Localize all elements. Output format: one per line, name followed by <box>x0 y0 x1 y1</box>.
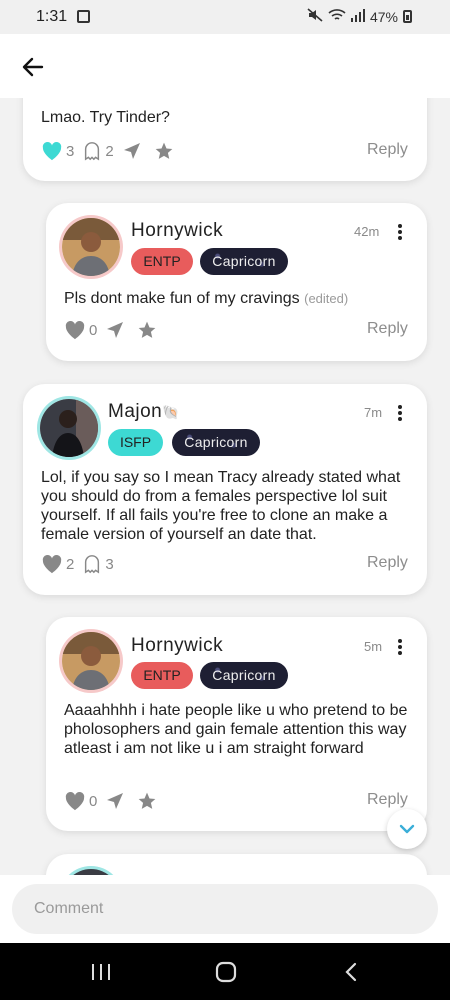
ghost-icon[interactable] <box>82 554 102 574</box>
mbti-badge[interactable]: ENTP <box>131 248 193 275</box>
comment-card: Lmao. Try Tinder? 3 2 Reply <box>23 98 427 181</box>
wifi-icon <box>328 8 346 25</box>
username[interactable]: Hornywick <box>131 635 223 657</box>
mbti-badge[interactable]: ISFP <box>108 429 163 456</box>
shell-emoji: 🐚 <box>162 404 181 420</box>
zodiac-badge[interactable]: Capricorn <box>200 248 288 275</box>
signal-icon <box>350 8 365 25</box>
heart-icon[interactable] <box>64 320 86 340</box>
comment-actions: 2 3 <box>41 554 122 574</box>
comment-input[interactable] <box>12 884 438 934</box>
status-icons: 47% <box>307 8 412 25</box>
comment-time: 5m <box>364 639 383 654</box>
edited-label: (edited) <box>304 291 349 306</box>
chevron-left-icon <box>345 962 357 982</box>
username-text: Majon <box>108 401 163 422</box>
more-options-icon[interactable] <box>398 405 402 421</box>
recent-apps-button[interactable] <box>89 960 113 984</box>
home-icon <box>215 961 237 983</box>
like-count: 2 <box>66 555 75 573</box>
reply-button[interactable]: Reply <box>367 791 408 809</box>
comment-text: Pls dont make fun of my cravings (edited… <box>64 289 414 308</box>
avatar[interactable] <box>40 399 98 457</box>
back-button[interactable] <box>18 52 48 82</box>
comment-text: Aaaahhhh i hate people like u who preten… <box>64 702 408 757</box>
arrow-left-icon <box>22 57 44 77</box>
ghost-count: 3 <box>105 555 114 573</box>
comment-card: Majon🐚 7m ISFP Capricorn Lol, if you say… <box>23 384 427 595</box>
more-options-icon[interactable] <box>398 224 402 240</box>
star-icon[interactable] <box>137 791 157 811</box>
reply-button[interactable]: Reply <box>367 554 408 572</box>
status-time: 1:31 <box>36 8 68 25</box>
mbti-badge[interactable]: ENTP <box>131 662 193 689</box>
share-icon[interactable] <box>105 320 125 340</box>
avatar[interactable] <box>62 218 120 276</box>
share-icon[interactable] <box>122 141 142 161</box>
recent-apps-icon <box>92 964 110 980</box>
zodiac-badge[interactable]: Capricorn <box>200 662 288 689</box>
scroll-down-button[interactable] <box>387 809 427 849</box>
comment-bar <box>0 875 450 943</box>
reply-button[interactable]: Reply <box>367 320 408 338</box>
more-options-icon[interactable] <box>398 639 402 655</box>
comment-text: Lol, if you say so I mean Tracy already … <box>41 469 401 543</box>
username[interactable]: Majon🐚 <box>108 401 180 423</box>
heart-icon[interactable] <box>41 554 63 574</box>
mute-icon <box>307 8 323 25</box>
share-icon[interactable] <box>105 791 125 811</box>
avatar[interactable] <box>62 632 120 690</box>
reply-button[interactable]: Reply <box>367 141 408 159</box>
battery-percent: 47% <box>369 8 398 25</box>
zodiac-badge[interactable]: Capricorn <box>172 429 260 456</box>
comment-text-content: Pls dont make fun of my cravings <box>64 290 300 307</box>
like-count: 3 <box>66 142 75 160</box>
comment-card: Hornywick 5m ENTP Capricorn Aaaahhhh i h… <box>46 617 427 831</box>
comment-card <box>46 854 427 875</box>
comment-card: Hornywick 42m ENTP Capricorn Pls dont ma… <box>46 203 427 361</box>
chevron-down-icon <box>399 824 415 834</box>
battery-icon <box>403 10 412 23</box>
gallery-notification-icon <box>77 10 90 23</box>
star-icon[interactable] <box>154 141 174 161</box>
status-bar: 1:31 47% <box>0 0 450 34</box>
comments-feed[interactable]: Lmao. Try Tinder? 3 2 Reply Hornywick 42… <box>0 98 450 875</box>
home-button[interactable] <box>214 960 238 984</box>
comment-actions: 0 <box>64 791 157 811</box>
star-icon[interactable] <box>137 320 157 340</box>
ghost-icon[interactable] <box>82 141 102 161</box>
system-back-button[interactable] <box>340 960 364 984</box>
comment-actions: 0 <box>64 320 157 340</box>
comment-time: 7m <box>364 405 383 420</box>
ghost-count: 2 <box>105 142 114 160</box>
comment-actions: 3 2 <box>41 141 174 161</box>
like-count: 0 <box>89 321 98 339</box>
heart-icon[interactable] <box>41 141 63 161</box>
app-header <box>0 34 450 98</box>
comment-text: Lmao. Try Tinder? <box>41 109 170 126</box>
comment-time: 42m <box>354 224 380 239</box>
system-nav-bar <box>0 943 450 1000</box>
like-count: 0 <box>89 792 98 810</box>
heart-icon[interactable] <box>64 791 86 811</box>
username[interactable]: Hornywick <box>131 220 223 242</box>
